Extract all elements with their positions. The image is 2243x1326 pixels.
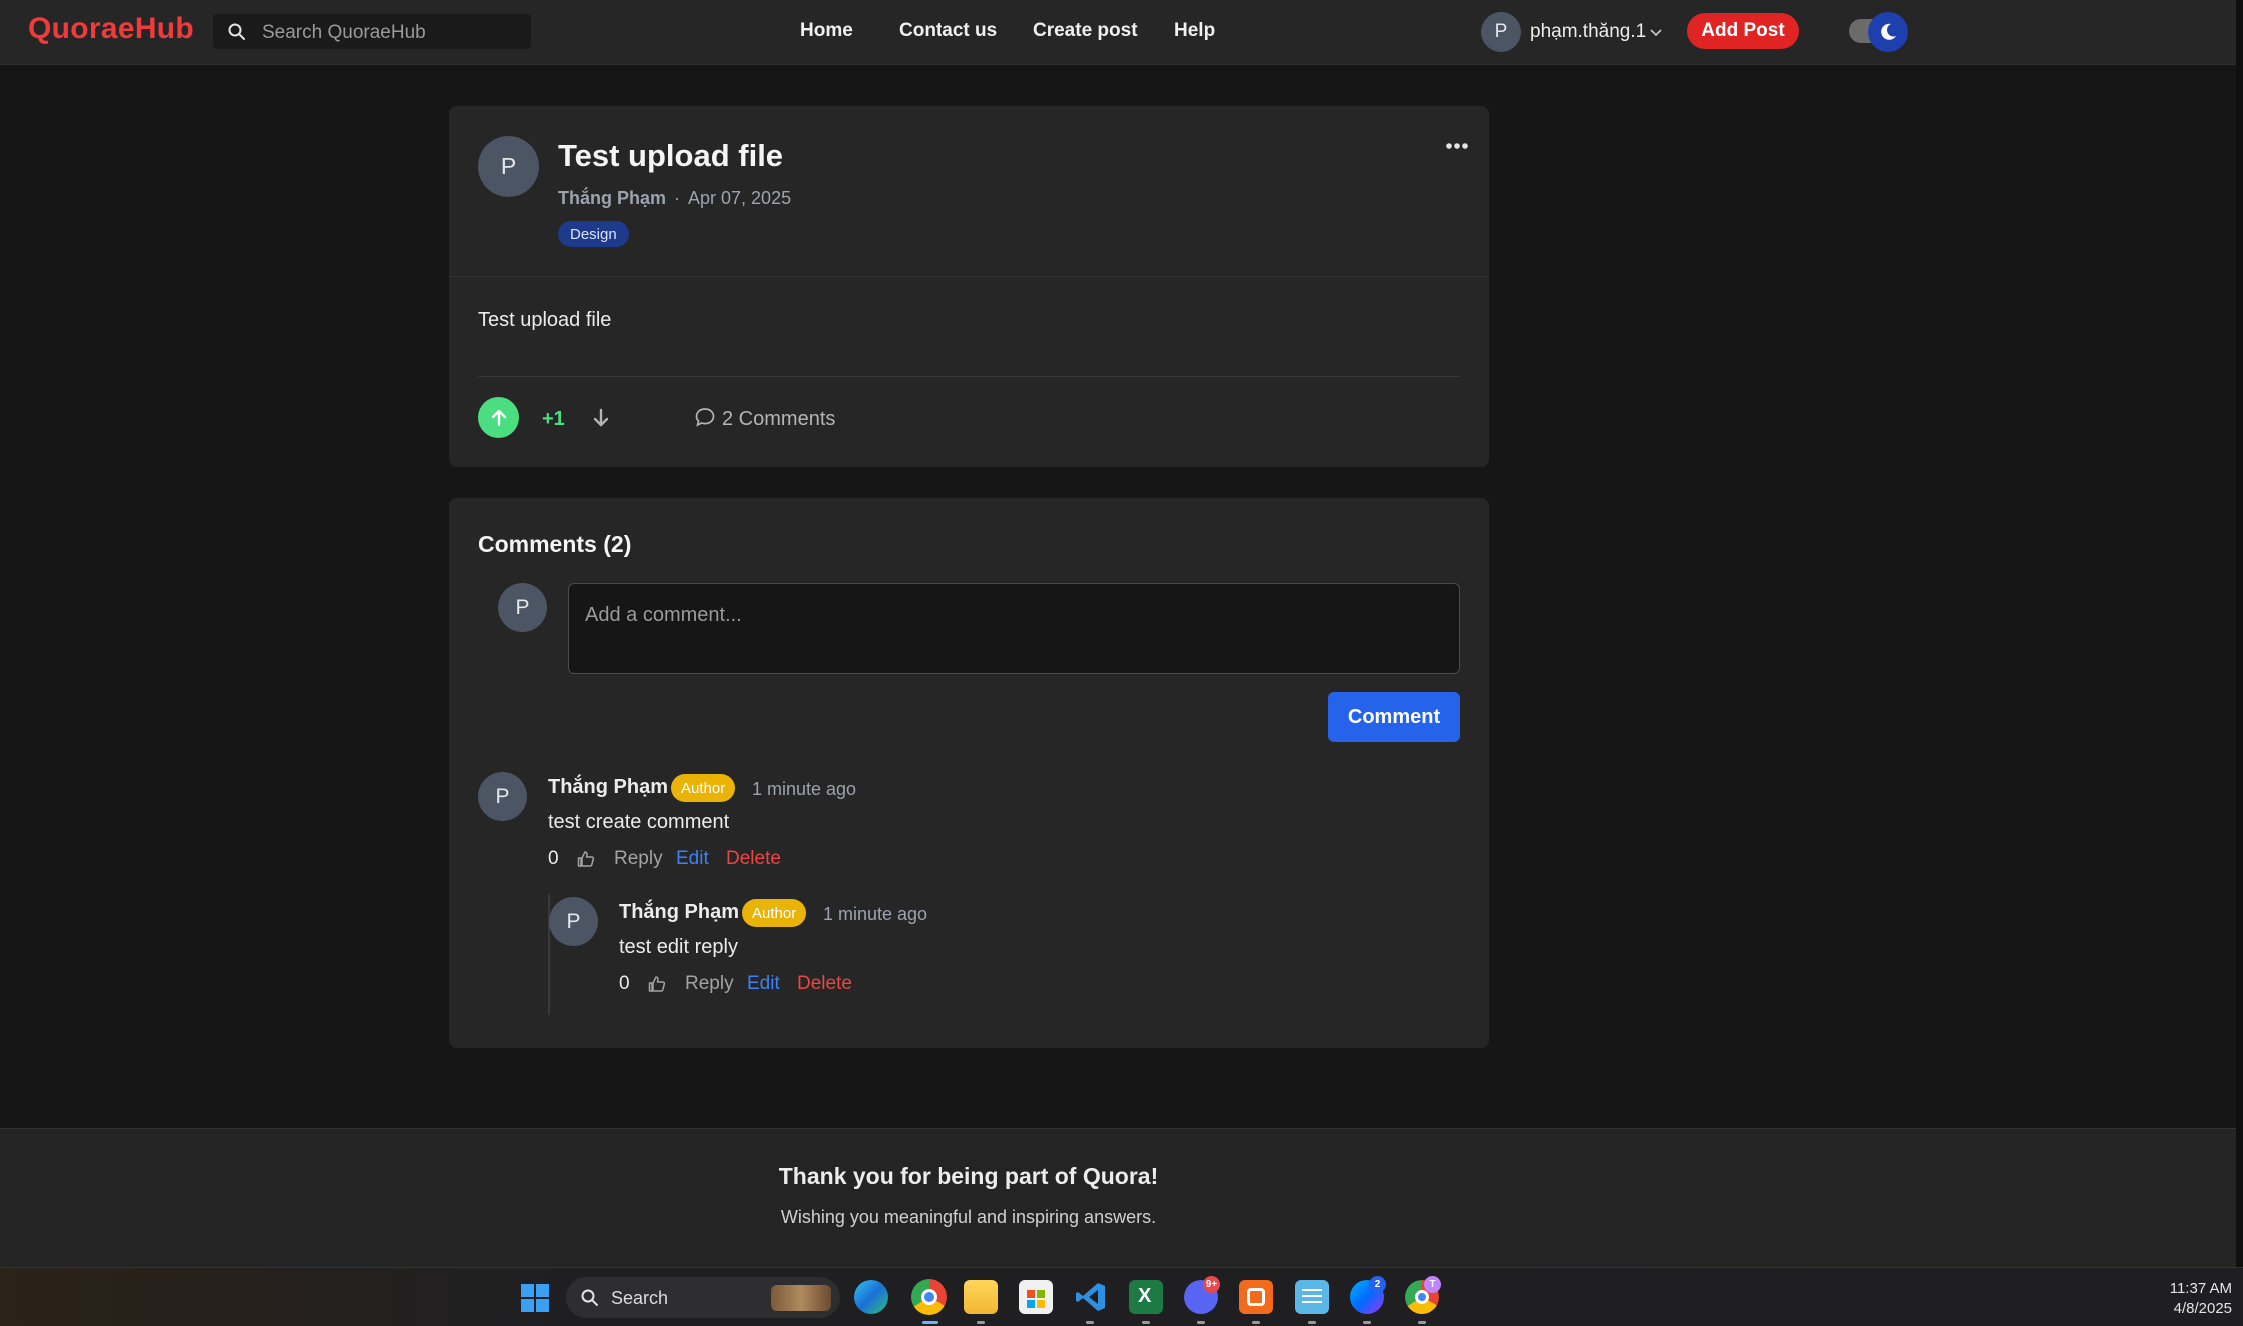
search-icon [581, 1289, 598, 1306]
post-tag[interactable]: Design [558, 221, 629, 247]
chevron-down-icon [1650, 29, 1662, 37]
avatar[interactable]: P [549, 897, 598, 946]
open-indicator [1252, 1321, 1260, 1324]
active-indicator [922, 1321, 938, 1324]
post-date: Apr 07, 2025 [688, 188, 792, 208]
post-header: P Test upload file Thắng Phạm · Apr 07, 20… [449, 106, 1489, 277]
notepad-icon[interactable] [1295, 1280, 1329, 1314]
add-post-button[interactable]: Add Post [1687, 13, 1799, 49]
os-taskbar: Search X 9+ 2 T 11:37 AM 4/8/2025 [0, 1267, 2243, 1326]
post-meta: Thắng Phạm · Apr 07, 2025 [558, 188, 791, 209]
open-indicator [1142, 1321, 1150, 1324]
open-indicator [1197, 1321, 1205, 1324]
thumbs-up-icon[interactable] [576, 849, 596, 869]
open-indicator [1418, 1321, 1426, 1324]
post-author[interactable]: Thắng Phạm [558, 188, 666, 208]
top-navbar: QuoraeHub Search QuoraeHub Home Contact … [0, 0, 2243, 65]
open-indicator [1086, 1321, 1094, 1324]
comment-text: test edit reply [619, 936, 738, 958]
edge-icon[interactable] [854, 1280, 888, 1314]
scrollbar[interactable] [2236, 0, 2243, 1267]
arrow-up-icon [491, 409, 506, 426]
open-indicator [1308, 1321, 1316, 1324]
edit-button[interactable]: Edit [676, 848, 709, 870]
file-explorer-icon[interactable] [964, 1280, 998, 1314]
reply-button[interactable]: Reply [614, 848, 663, 870]
comments-count: 2 Comments [722, 408, 836, 430]
post-card: P Test upload file Thắng Phạm · Apr 07, 20… [449, 106, 1489, 467]
like-count: 0 [548, 848, 559, 869]
avatar[interactable]: P [478, 772, 527, 821]
nav-create-post[interactable]: Create post [1033, 20, 1138, 42]
footer: Thank you for being part of Quora! Wishi… [0, 1128, 2243, 1267]
avatar: P [1481, 12, 1521, 52]
comments-link[interactable]: 2 Comments [694, 406, 835, 431]
submit-comment-button[interactable]: Comment [1328, 692, 1460, 742]
comment-input[interactable]: Add a comment... [568, 583, 1460, 674]
profile-badge: T [1424, 1276, 1441, 1293]
search-input[interactable]: Search QuoraeHub [262, 22, 426, 44]
edit-button[interactable]: Edit [747, 973, 780, 995]
thumbs-up-icon[interactable] [647, 974, 667, 994]
notification-badge: 9+ [1203, 1276, 1220, 1293]
post-body: Test upload file [478, 309, 612, 331]
search-highlight-image [771, 1285, 831, 1311]
system-clock[interactable]: 11:37 AM 4/8/2025 [2140, 1279, 2232, 1319]
comment-author[interactable]: Thắng Phạm [548, 776, 668, 799]
search-icon [228, 23, 245, 40]
delete-button[interactable]: Delete [797, 973, 852, 995]
microsoft-store-icon[interactable] [1019, 1280, 1053, 1314]
vscode-icon[interactable] [1074, 1280, 1108, 1314]
upvote-button[interactable] [478, 397, 519, 438]
taskbar-search[interactable]: Search [566, 1277, 840, 1318]
comments-card: Comments (2) P Add a comment... Comment … [449, 498, 1489, 1048]
clock-time: 11:37 AM [2169, 1280, 2232, 1297]
excel-icon[interactable]: X [1129, 1280, 1163, 1314]
open-indicator [1363, 1321, 1371, 1324]
site-logo[interactable]: QuoraeHub [28, 12, 194, 46]
more-options-icon[interactable] [1442, 136, 1472, 156]
arrow-down-icon[interactable] [590, 406, 612, 430]
avatar[interactable]: P [478, 136, 539, 197]
author-badge: Author [742, 899, 807, 927]
reply-item: P Thắng Phạm Author 1 minute ago test ed… [549, 897, 1249, 1007]
chrome-icon[interactable] [911, 1279, 947, 1315]
open-indicator [977, 1321, 985, 1324]
search-box[interactable]: Search QuoraeHub [213, 14, 531, 49]
vote-count: +1 [542, 408, 565, 430]
username: phạm.thăng.1 [1530, 21, 1647, 42]
comment-author[interactable]: Thắng Phạm [619, 901, 739, 924]
author-badge: Author [671, 774, 736, 802]
nav-help[interactable]: Help [1174, 20, 1215, 42]
avatar: P [498, 583, 547, 632]
meta-separator: · [674, 188, 681, 208]
delete-button[interactable]: Delete [726, 848, 781, 870]
comment-item: P Thắng Phạm Author 1 minute ago test cr… [478, 772, 1178, 882]
comment-input-placeholder: Add a comment... [585, 604, 742, 626]
clock-date: 4/8/2025 [2173, 1300, 2232, 1317]
like-count: 0 [619, 973, 630, 994]
nav-home[interactable]: Home [800, 20, 853, 42]
footer-subtitle: Wishing you meaningful and inspiring ans… [780, 1207, 1157, 1227]
divider [478, 376, 1460, 377]
comment-time: 1 minute ago [823, 904, 928, 924]
taskbar-search-label: Search [611, 1288, 669, 1308]
post-title: Test upload file [558, 138, 784, 173]
notification-badge: 2 [1369, 1276, 1386, 1293]
comments-heading: Comments (2) [478, 531, 632, 557]
comment-text: test create comment [548, 811, 730, 833]
xampp-icon[interactable] [1239, 1280, 1273, 1314]
footer-title: Thank you for being part of Quora! [778, 1163, 1159, 1189]
comment-icon [695, 408, 715, 427]
moon-icon[interactable] [1868, 12, 1908, 52]
windows-start-icon[interactable] [520, 1283, 550, 1313]
nav-contact-us[interactable]: Contact us [899, 20, 997, 42]
comment-time: 1 minute ago [752, 779, 857, 799]
reply-button[interactable]: Reply [685, 973, 734, 995]
